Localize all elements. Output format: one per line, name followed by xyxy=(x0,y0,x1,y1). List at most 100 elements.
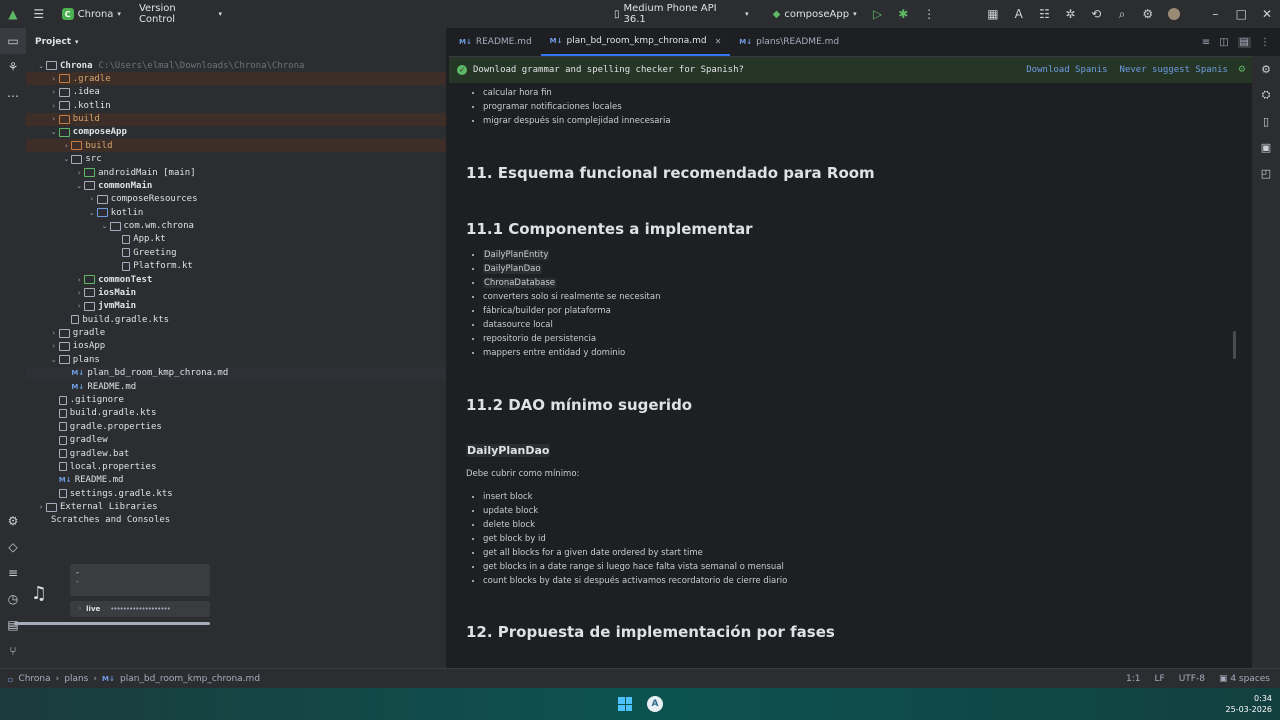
chevron-right-icon[interactable]: › xyxy=(74,302,84,310)
tree-row[interactable]: settings.gradle.kts xyxy=(26,487,446,500)
search-icon[interactable]: ⌕ xyxy=(1109,0,1135,28)
editor-only-icon[interactable]: ≡ xyxy=(1202,37,1210,48)
tree-row[interactable]: ⌄ com.wm.chrona xyxy=(26,220,446,233)
resource-manager-icon[interactable]: ⚘ xyxy=(0,54,26,80)
chevron-down-icon[interactable]: ⌄ xyxy=(100,222,110,230)
clock[interactable]: 0:34 25-03-2026 xyxy=(1226,693,1273,715)
chevron-right-icon[interactable]: › xyxy=(49,88,59,96)
debug-icon[interactable]: ✱ xyxy=(890,0,916,28)
tree-row[interactable]: ⌄ composeApp xyxy=(26,126,446,139)
tree-row[interactable]: › jvmMain xyxy=(26,300,446,313)
chevron-right-icon[interactable]: › xyxy=(49,329,59,337)
gear-icon[interactable]: ⚙ xyxy=(1135,0,1161,28)
tree-row[interactable]: › commonTest xyxy=(26,273,446,286)
device-explorer-icon[interactable]: ⚙ xyxy=(0,508,26,534)
tab-readme[interactable]: M↓ README.md xyxy=(449,28,541,56)
run-config-selector[interactable]: ◆ composeApp ▾ xyxy=(773,9,857,20)
chevron-right-icon[interactable]: › xyxy=(49,115,59,123)
device-icon[interactable]: ▯ xyxy=(1252,108,1280,134)
chevron-down-icon[interactable]: ⌄ xyxy=(61,155,71,163)
tree-row[interactable]: › composeResources xyxy=(26,193,446,206)
gear-icon[interactable]: ⚙ xyxy=(1238,65,1246,75)
tree-row[interactable]: M↓ plan_bd_room_kmp_chrona.md xyxy=(26,366,446,380)
chevron-right-icon[interactable]: › xyxy=(61,142,71,150)
tree-row[interactable]: › iosApp xyxy=(26,340,446,353)
more-tools-icon[interactable]: … xyxy=(0,80,26,106)
android-icon[interactable]: ▲ xyxy=(0,0,26,28)
tree-row[interactable]: › .gradle xyxy=(26,72,446,86)
tree-row[interactable]: › build xyxy=(26,112,446,126)
line-separator[interactable]: LF xyxy=(1154,674,1164,684)
download-spanish-link[interactable]: Download Spanis xyxy=(1026,65,1107,75)
tree-row[interactable]: ⌄ src xyxy=(26,153,446,166)
project-switcher[interactable]: C Chrona ▾ xyxy=(61,8,121,20)
chevron-right-icon[interactable]: › xyxy=(74,276,84,284)
preview-only-icon[interactable]: ▤ xyxy=(1237,36,1251,48)
chevron-right-icon[interactable]: › xyxy=(49,75,59,83)
chevron-down-icon[interactable]: ⌄ xyxy=(49,356,59,364)
tree-row[interactable]: › androidMain [main] xyxy=(26,166,446,179)
sdk-icon[interactable]: ☷ xyxy=(1032,0,1058,28)
tree-row[interactable]: ⌄ kotlin xyxy=(26,206,446,219)
split-view-icon[interactable]: ◫ xyxy=(1219,37,1228,48)
translate-icon[interactable]: A xyxy=(1006,0,1032,28)
tree-row[interactable]: M↓ README.md xyxy=(26,474,446,487)
indent-setting[interactable]: ▣ 4 spaces xyxy=(1219,674,1270,684)
cursor-position[interactable]: 1:1 xyxy=(1126,674,1140,684)
gradle-icon[interactable]: ⛭ xyxy=(1252,82,1280,108)
vcs-menu[interactable]: Version Control ▾ xyxy=(139,3,222,25)
notifications-icon[interactable]: ⚙ xyxy=(1252,56,1280,82)
tree-row[interactable]: build.gradle.kts xyxy=(26,313,446,326)
tree-row[interactable]: .gitignore xyxy=(26,394,446,407)
main-menu-icon[interactable]: ☰ xyxy=(26,0,52,28)
project-panel-header[interactable]: Project ▾ xyxy=(26,28,446,56)
tree-row[interactable]: gradle.properties xyxy=(26,420,446,433)
running-devices-icon[interactable]: ▣ xyxy=(1252,134,1280,160)
device-selector[interactable]: ▯ Medium Phone API 36.1 ▾ xyxy=(614,3,749,25)
chevron-right-icon[interactable]: › xyxy=(36,503,46,511)
breadcrumb-item[interactable]: plan_bd_room_kmp_chrona.md xyxy=(120,674,260,684)
tree-row[interactable]: App.kt xyxy=(26,233,446,246)
tree-row[interactable]: › iosMain xyxy=(26,286,446,299)
tree-row[interactable]: Greeting xyxy=(26,246,446,259)
avatar[interactable] xyxy=(1161,0,1187,28)
chevron-down-icon[interactable]: ⌄ xyxy=(36,62,46,70)
tree-row[interactable]: › .kotlin xyxy=(26,99,446,112)
chevron-down-icon[interactable]: ⌄ xyxy=(74,182,84,190)
tree-row[interactable]: ⌄ plans xyxy=(26,353,446,366)
device-manager-icon[interactable]: ▦ xyxy=(980,0,1006,28)
close-icon[interactable]: ✕ xyxy=(1254,0,1280,28)
chevron-down-icon[interactable]: ⌄ xyxy=(87,209,97,217)
chevron-right-icon[interactable]: › xyxy=(49,342,59,350)
tree-row[interactable]: build.gradle.kts xyxy=(26,407,446,420)
project-tool-icon[interactable]: ▭ xyxy=(0,28,26,54)
tree-row[interactable]: › gradle xyxy=(26,327,446,340)
tree-row[interactable]: ⌄ Chrona C:\Users\elmal\Downloads\Chrona\C… xyxy=(26,59,446,72)
media-progress[interactable] xyxy=(14,622,210,625)
breadcrumb-item[interactable]: Chrona xyxy=(18,674,50,684)
chevron-right-icon[interactable]: › xyxy=(87,195,97,203)
tree-row[interactable]: M↓ README.md xyxy=(26,380,446,393)
tree-row[interactable]: Platform.kt xyxy=(26,260,446,273)
tree-row[interactable]: › External Libraries xyxy=(26,501,446,514)
chevron-down-icon[interactable]: ⌄ xyxy=(49,128,59,136)
tab-plan[interactable]: M↓ plan_bd_room_kmp_chrona.md ✕ xyxy=(540,28,731,56)
maximize-icon[interactable]: □ xyxy=(1228,0,1254,28)
windows-start-icon[interactable] xyxy=(618,697,632,711)
tree-row[interactable]: › .idea xyxy=(26,86,446,99)
minimize-icon[interactable]: – xyxy=(1203,0,1229,28)
chevron-right-icon[interactable]: › xyxy=(74,289,84,297)
sync-icon[interactable]: ⟲ xyxy=(1083,0,1109,28)
tree-row[interactable]: › build xyxy=(26,139,446,153)
tree-row[interactable]: ⌄ commonMain xyxy=(26,179,446,192)
tree-row[interactable]: gradlew.bat xyxy=(26,447,446,460)
close-tab-icon[interactable]: ✕ xyxy=(715,37,722,46)
live-bar[interactable]: ◦ live ••••••••••••••••••• xyxy=(70,601,210,617)
chevron-right-icon[interactable]: › xyxy=(49,102,59,110)
bug-icon[interactable]: ✲ xyxy=(1057,0,1083,28)
more-icon[interactable]: ⋮ xyxy=(916,0,942,28)
tree-row[interactable]: Scratches and Consoles xyxy=(26,514,446,527)
chevron-right-icon[interactable]: › xyxy=(74,169,84,177)
never-suggest-link[interactable]: Never suggest Spanis xyxy=(1120,65,1228,75)
music-note-icon[interactable]: ♫ xyxy=(14,562,64,624)
